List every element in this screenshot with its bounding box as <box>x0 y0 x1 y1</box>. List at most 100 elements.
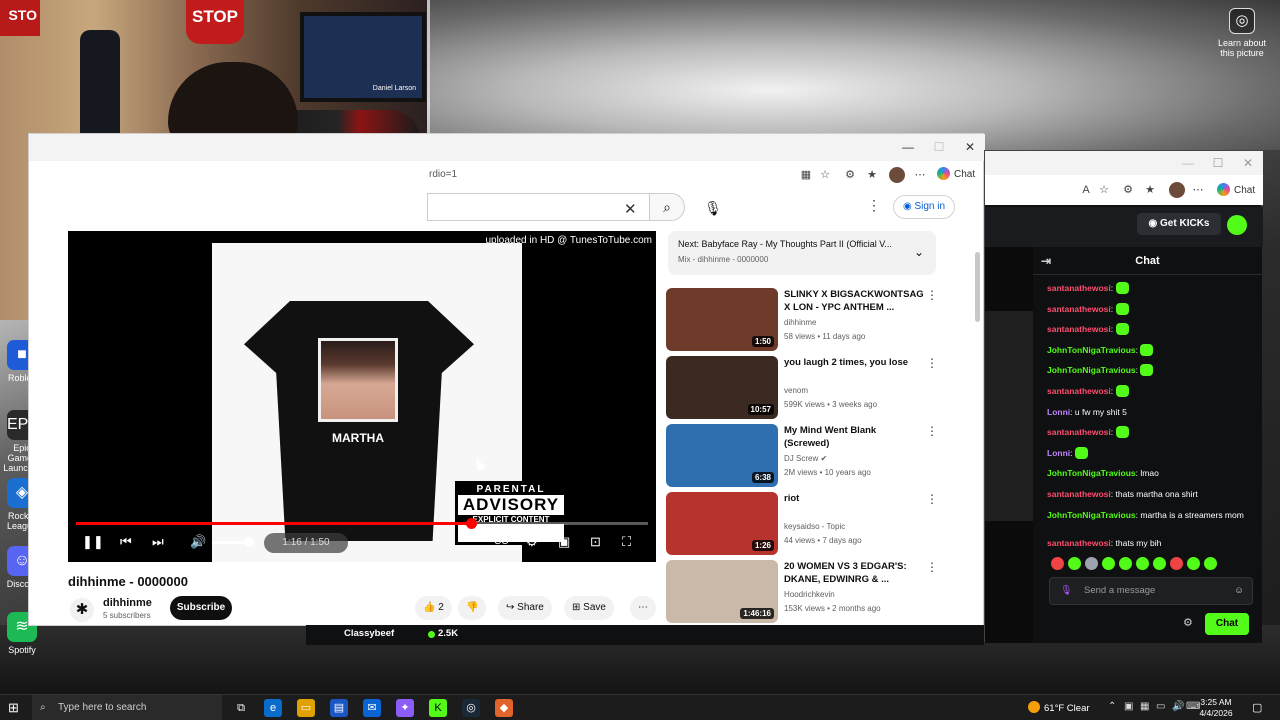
extensions-icon[interactable]: ⚙ <box>843 168 857 182</box>
reader-view-icon[interactable]: ▦ <box>799 168 813 182</box>
recommended-video[interactable]: 10:57 you laugh 2 times, you lose venom 599… <box>666 356 946 420</box>
kick-minimize-icon[interactable]: — <box>1181 156 1195 170</box>
clear-search-icon[interactable]: ✕ <box>624 200 637 218</box>
tray-app-icon[interactable]: ▦ <box>1140 701 1149 712</box>
kick-close-icon[interactable]: ✕ <box>1241 156 1255 170</box>
search-button[interactable]: ⌕ <box>649 193 685 221</box>
maximize-icon[interactable]: ☐ <box>932 140 946 154</box>
settings-menu-icon[interactable]: ⋮ <box>867 197 881 214</box>
emote-icon[interactable] <box>1170 557 1183 570</box>
chevron-down-icon[interactable]: ⌄ <box>914 245 924 259</box>
video-title[interactable]: My Mind Went Blank (Screwed) <box>784 424 924 450</box>
kick-user-avatar[interactable] <box>1227 215 1247 235</box>
scrollbar[interactable] <box>975 252 980 322</box>
video-channel[interactable]: DJ Screw ✔ <box>784 454 827 463</box>
emoji-icon[interactable]: ☺ <box>1234 578 1244 604</box>
video-title[interactable]: SLINKY X BIGSACKWONTSAG X LON - YPC ANTH… <box>784 288 924 314</box>
chat-username[interactable]: JohnTonNigaTravious <box>1047 468 1136 478</box>
fullscreen-icon[interactable]: ⛶ <box>622 531 631 553</box>
chat-username[interactable]: santanathewosi <box>1047 538 1111 548</box>
kick-maximize-icon[interactable]: ☐ <box>1211 156 1225 170</box>
video-thumbnail[interactable]: 1:26 <box>666 492 778 555</box>
channel-name[interactable]: dihhinme <box>103 597 152 609</box>
chat-username[interactable]: santanathewosi <box>1047 427 1111 437</box>
kick-favorite-icon[interactable]: ☆ <box>1097 183 1111 197</box>
learn-about-picture[interactable]: ◎ Learn about this picture <box>1216 8 1268 58</box>
video-thumbnail[interactable]: 6:38 <box>666 424 778 487</box>
tray-app-icon[interactable]: ▣ <box>1124 701 1133 712</box>
task-view-icon[interactable]: ⧉ <box>232 699 250 717</box>
favorites-icon[interactable]: ★ <box>865 168 879 182</box>
emote-icon[interactable] <box>1068 557 1081 570</box>
favorite-star-icon[interactable]: ☆ <box>818 168 832 182</box>
next-icon[interactable]: ⏭ <box>152 531 164 553</box>
collapse-chat-icon[interactable]: ⇥ <box>1041 247 1051 275</box>
get-kicks-button[interactable]: ◉ Get KICKs <box>1137 213 1221 235</box>
recommended-video[interactable]: 1:26 riot keysaidso - Topic 44 views • 7 da… <box>666 492 946 556</box>
close-icon[interactable]: ✕ <box>963 140 977 154</box>
recommended-video[interactable]: 6:38 My Mind Went Blank (Screwed) DJ Screw… <box>666 424 946 488</box>
volume-slider[interactable] <box>212 537 254 547</box>
miniplayer-icon[interactable]: ▣ <box>558 531 570 553</box>
notifications-icon[interactable]: ▢ <box>1252 701 1262 714</box>
video-channel[interactable]: dihhinme <box>784 318 816 327</box>
emote-icon[interactable] <box>1102 557 1115 570</box>
video-menu-icon[interactable]: ⋮ <box>926 560 938 574</box>
settings-gear-icon[interactable]: ⚙ <box>526 531 538 553</box>
steam-icon[interactable]: ◎ <box>462 699 480 717</box>
video-menu-icon[interactable]: ⋮ <box>926 424 938 438</box>
chat-username[interactable]: santanathewosi <box>1047 386 1111 396</box>
emote-icon[interactable] <box>1085 557 1098 570</box>
minimize-icon[interactable]: — <box>901 140 915 154</box>
kick-profile-avatar[interactable] <box>1169 182 1185 198</box>
emote-icon[interactable] <box>1136 557 1149 570</box>
video-thumbnail[interactable]: 10:57 <box>666 356 778 419</box>
previous-icon[interactable]: ⏮ <box>120 531 132 553</box>
chat-username[interactable]: JohnTonNigaTravious <box>1047 345 1136 355</box>
emote-icon[interactable] <box>1051 557 1064 570</box>
cast-icon[interactable]: ⊡ <box>590 531 601 553</box>
video-menu-icon[interactable]: ⋮ <box>926 492 938 506</box>
kick-copilot-button[interactable]: Chat <box>1217 183 1255 196</box>
video-thumbnail[interactable]: 1:50 <box>666 288 778 351</box>
mail-icon[interactable]: ✉ <box>363 699 381 717</box>
windows-start-icon[interactable]: ⊞ <box>8 700 19 716</box>
like-button[interactable]: 👍 2 <box>415 596 452 620</box>
kick-favorites-icon[interactable]: ★ <box>1143 183 1157 197</box>
file-explorer-icon[interactable]: ▭ <box>297 699 315 717</box>
video-menu-icon[interactable]: ⋮ <box>926 356 938 370</box>
chat-username[interactable]: santanathewosi <box>1047 324 1111 334</box>
video-channel[interactable]: venom <box>784 386 808 395</box>
edge-icon[interactable]: e <box>264 699 282 717</box>
tray-chevron-icon[interactable]: ⌃ <box>1108 701 1116 712</box>
chat-username[interactable]: JohnTonNigaTravious <box>1047 365 1136 375</box>
captions-icon[interactable]: CC <box>494 531 508 553</box>
video-thumbnail[interactable]: 1:46:16 <box>666 560 778 623</box>
search-input[interactable]: ✕ <box>427 193 649 221</box>
chat-settings-icon[interactable]: ⚙ <box>1183 616 1193 629</box>
video-channel[interactable]: Hoodrichkevin <box>784 590 835 599</box>
speaker-icon[interactable]: 🔊 <box>1172 701 1184 712</box>
chat-username[interactable]: santanathewosi <box>1047 304 1111 314</box>
kick-extensions-icon[interactable]: ⚙ <box>1121 183 1135 197</box>
more-icon[interactable]: ⋯ <box>913 168 927 182</box>
voice-search-button[interactable]: 🎙 <box>699 195 727 223</box>
system-clock[interactable]: 3:25 AM 4/4/2026 <box>1196 697 1236 719</box>
channel-avatar[interactable]: ✱ <box>70 598 94 622</box>
video-menu-icon[interactable]: ⋮ <box>926 288 938 302</box>
emote-icon[interactable] <box>1187 557 1200 570</box>
video-title[interactable]: you laugh 2 times, you lose <box>784 356 924 369</box>
streamer-name[interactable]: Classybeef <box>344 628 394 639</box>
emote-icon[interactable] <box>1119 557 1132 570</box>
send-message-input[interactable]: 🎙 Send a message ☺ <box>1049 577 1253 605</box>
kick-more-icon[interactable]: ⋯ <box>1191 183 1205 197</box>
save-button[interactable]: ⊞ Save <box>564 596 614 620</box>
kick-taskbar-icon[interactable]: K <box>429 699 447 717</box>
video-title[interactable]: riot <box>784 492 924 505</box>
send-chat-button[interactable]: Chat <box>1205 613 1249 635</box>
more-actions-icon[interactable]: ⋯ <box>630 596 656 620</box>
progress-bar[interactable] <box>76 518 648 529</box>
app-taskbar-icon[interactable]: ◆ <box>495 699 513 717</box>
video-channel[interactable]: keysaidso - Topic <box>784 522 845 531</box>
profile-avatar[interactable] <box>889 167 905 183</box>
